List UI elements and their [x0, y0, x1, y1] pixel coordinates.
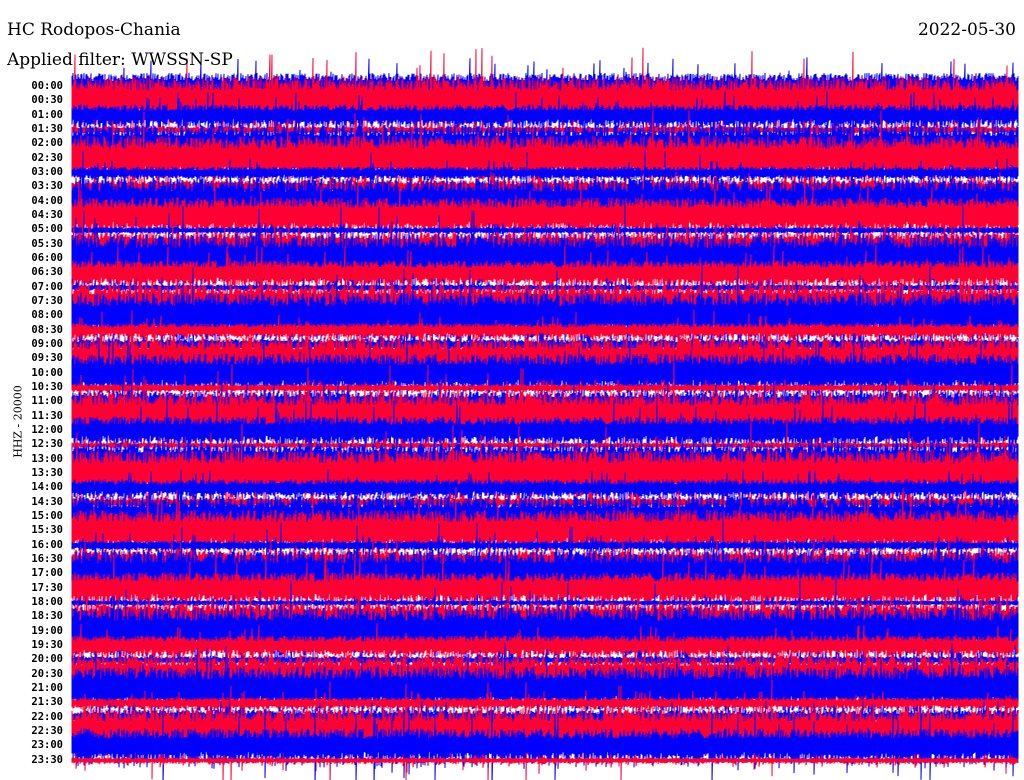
time-label: 14:00 [31, 481, 63, 494]
time-label: 05:00 [31, 223, 63, 236]
time-label: 21:30 [31, 696, 63, 709]
station-title: HC Rodopos-Chania [7, 20, 181, 40]
time-label: 04:30 [31, 208, 63, 221]
time-label: 11:30 [31, 409, 63, 422]
time-label: 18:30 [31, 610, 63, 623]
time-label: 23:30 [31, 753, 63, 766]
time-label: 11:00 [31, 395, 63, 408]
time-label: 09:00 [31, 337, 63, 350]
time-label: 12:30 [31, 438, 63, 451]
time-label: 15:30 [31, 524, 63, 537]
time-label: 13:00 [31, 452, 63, 465]
filter-subtitle: Applied filter: WWSSN-SP [7, 50, 233, 70]
time-label: 00:30 [31, 94, 63, 107]
time-label: 16:00 [31, 538, 63, 551]
time-label: 18:00 [31, 595, 63, 608]
time-label: 07:30 [31, 294, 63, 307]
time-label: 22:30 [31, 724, 63, 737]
time-label: 07:00 [31, 280, 63, 293]
time-label: 02:30 [31, 151, 63, 164]
time-label: 10:00 [31, 366, 63, 379]
time-label: 06:30 [31, 266, 63, 279]
time-label: 19:00 [31, 624, 63, 637]
time-label: 17:30 [31, 581, 63, 594]
time-label: 19:30 [31, 638, 63, 651]
time-label: 06:00 [31, 251, 63, 264]
time-label: 05:30 [31, 237, 63, 250]
time-label: 13:30 [31, 466, 63, 479]
time-label: 08:00 [31, 309, 63, 322]
time-label: 20:00 [31, 653, 63, 666]
time-label: 01:30 [31, 122, 63, 135]
helicorder-plot [71, 47, 1019, 780]
time-label: 20:30 [31, 667, 63, 680]
time-label: 21:00 [31, 681, 63, 694]
time-label: 03:30 [31, 180, 63, 193]
time-label: 23:00 [31, 739, 63, 752]
time-label: 10:30 [31, 380, 63, 393]
time-label: 08:30 [31, 323, 63, 336]
time-label: 12:00 [31, 423, 63, 436]
time-label: 03:00 [31, 165, 63, 178]
time-label: 04:00 [31, 194, 63, 207]
time-label: 17:00 [31, 567, 63, 580]
date-label: 2022-05-30 [917, 20, 1016, 40]
time-label: 14:30 [31, 495, 63, 508]
time-label: 22:00 [31, 710, 63, 723]
time-label: 15:00 [31, 509, 63, 522]
time-label: 16:30 [31, 552, 63, 565]
time-label: 09:30 [31, 352, 63, 365]
time-label: 00:00 [31, 80, 63, 92]
time-label: 02:00 [31, 137, 63, 150]
time-label: 01:00 [31, 108, 63, 121]
